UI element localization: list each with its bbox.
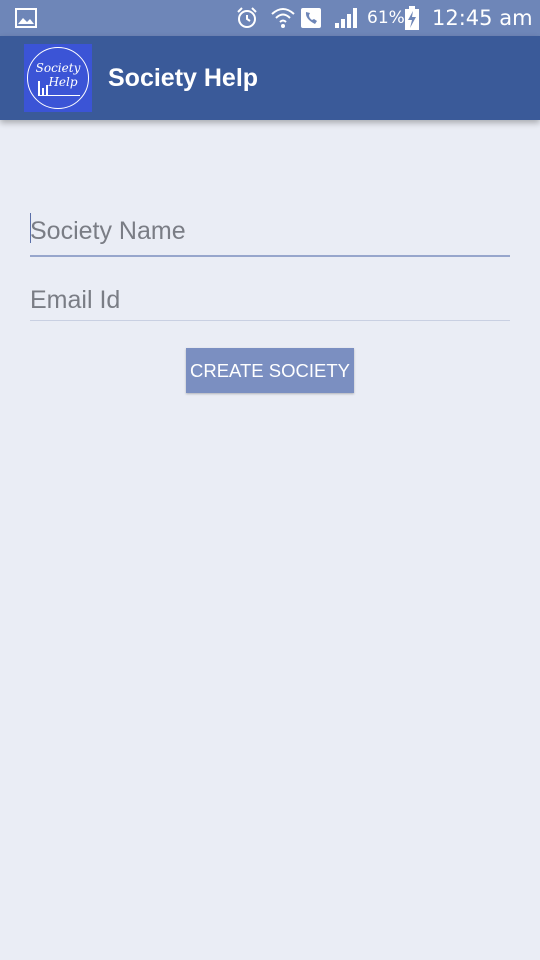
text-cursor: [30, 213, 31, 243]
logo-underline: [38, 95, 80, 96]
status-bar: 61% 12:45 am: [0, 0, 540, 36]
logo-text-line1: Society: [35, 61, 81, 75]
app-logo: Society Help: [24, 44, 92, 112]
wifi-icon: [270, 6, 296, 30]
logo-text-line2: Help: [48, 75, 78, 89]
email-field[interactable]: [30, 280, 510, 321]
society-name-field[interactable]: [30, 208, 510, 257]
gallery-icon: [14, 6, 38, 30]
clock: 12:45 am: [432, 6, 533, 30]
app-bar: Society Help Society Help: [0, 36, 540, 120]
create-society-button[interactable]: CREATE SOCIETY: [186, 348, 354, 393]
society-name-input[interactable]: [30, 208, 510, 254]
alarm-icon: [234, 6, 260, 30]
app-title: Society Help: [108, 64, 259, 92]
logo-circle: Society Help: [27, 47, 89, 109]
call-icon: [300, 6, 322, 30]
signal-icon: [333, 6, 359, 30]
battery-percent: 61%: [367, 8, 405, 28]
logo-bars-icon: [38, 81, 48, 95]
email-input[interactable]: [30, 280, 510, 320]
battery-charging-icon: [405, 6, 419, 30]
